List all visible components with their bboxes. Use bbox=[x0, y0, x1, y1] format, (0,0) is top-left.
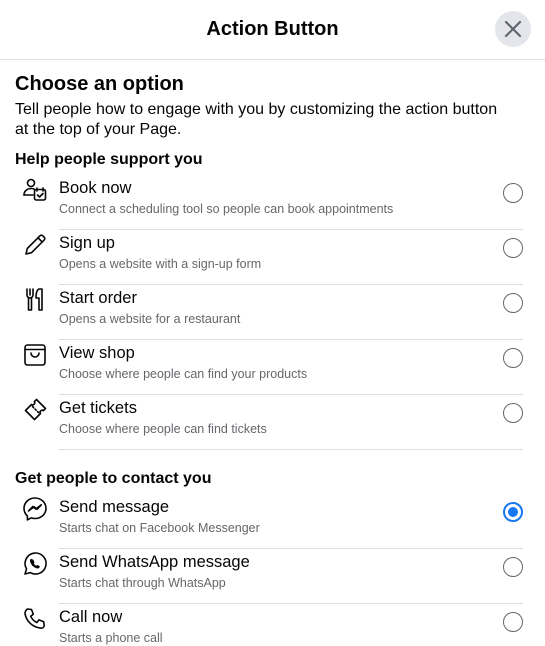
close-button[interactable] bbox=[495, 11, 531, 47]
option-call-now[interactable]: Call now Starts a phone call bbox=[15, 604, 530, 646]
option-label: Send WhatsApp message bbox=[59, 553, 250, 571]
choose-option-description: Tell people how to engage with you by cu… bbox=[15, 101, 498, 138]
divider bbox=[59, 449, 523, 450]
contact-options-list: Send message Starts chat on Facebook Mes… bbox=[15, 494, 530, 646]
radio-book-now[interactable] bbox=[503, 183, 523, 203]
radio-sign-up[interactable] bbox=[503, 238, 523, 258]
shopping-bag-icon bbox=[22, 342, 48, 368]
dialog-header: Action Button bbox=[0, 0, 545, 60]
option-label: Book now bbox=[59, 179, 132, 197]
option-send-whatsapp[interactable]: Send WhatsApp message Starts chat throug… bbox=[15, 549, 530, 604]
dialog-title: Action Button bbox=[206, 18, 339, 40]
phone-icon bbox=[22, 606, 48, 632]
option-label: Send message bbox=[59, 498, 170, 516]
calendar-person-icon bbox=[22, 177, 48, 203]
section-title-support: Help people support you bbox=[15, 151, 203, 168]
close-icon bbox=[504, 20, 522, 38]
radio-send-whatsapp[interactable] bbox=[503, 557, 523, 577]
option-description: Starts chat through WhatsApp bbox=[59, 576, 226, 590]
section-title-contact: Get people to contact you bbox=[15, 470, 212, 487]
option-book-now[interactable]: Book now Connect a scheduling tool so pe… bbox=[15, 175, 530, 230]
support-options-list: Book now Connect a scheduling tool so pe… bbox=[15, 175, 530, 450]
option-description: Connect a scheduling tool so people can … bbox=[59, 202, 394, 216]
pencil-icon bbox=[22, 232, 48, 258]
option-label: Sign up bbox=[59, 234, 115, 252]
option-label: Start order bbox=[59, 289, 137, 307]
option-get-tickets[interactable]: Get tickets Choose where people can find… bbox=[15, 395, 530, 450]
radio-get-tickets[interactable] bbox=[503, 403, 523, 423]
fork-knife-icon bbox=[22, 287, 48, 313]
option-label: View shop bbox=[59, 344, 135, 362]
option-send-message[interactable]: Send message Starts chat on Facebook Mes… bbox=[15, 494, 530, 549]
messenger-icon bbox=[22, 496, 48, 522]
radio-send-message[interactable] bbox=[503, 502, 523, 522]
option-view-shop[interactable]: View shop Choose where people can find y… bbox=[15, 340, 530, 395]
ticket-icon bbox=[22, 397, 48, 423]
choose-option-title: Choose an option bbox=[15, 73, 184, 95]
option-label: Call now bbox=[59, 608, 123, 626]
option-start-order[interactable]: Start order Opens a website for a restau… bbox=[15, 285, 530, 340]
option-description: Opens a website for a restaurant bbox=[59, 312, 241, 326]
option-label: Get tickets bbox=[59, 399, 137, 417]
radio-call-now[interactable] bbox=[503, 612, 523, 632]
option-description: Opens a website with a sign-up form bbox=[59, 257, 262, 271]
radio-view-shop[interactable] bbox=[503, 348, 523, 368]
dialog-content: Choose an option Tell people how to enga… bbox=[15, 72, 530, 646]
option-description: Choose where people can find tickets bbox=[59, 422, 267, 436]
whatsapp-icon bbox=[22, 551, 48, 577]
radio-start-order[interactable] bbox=[503, 293, 523, 313]
option-description: Choose where people can find your produc… bbox=[59, 367, 308, 381]
option-description: Starts chat on Facebook Messenger bbox=[59, 521, 260, 535]
option-sign-up[interactable]: Sign up Opens a website with a sign-up f… bbox=[15, 230, 530, 285]
option-description: Starts a phone call bbox=[59, 631, 163, 645]
